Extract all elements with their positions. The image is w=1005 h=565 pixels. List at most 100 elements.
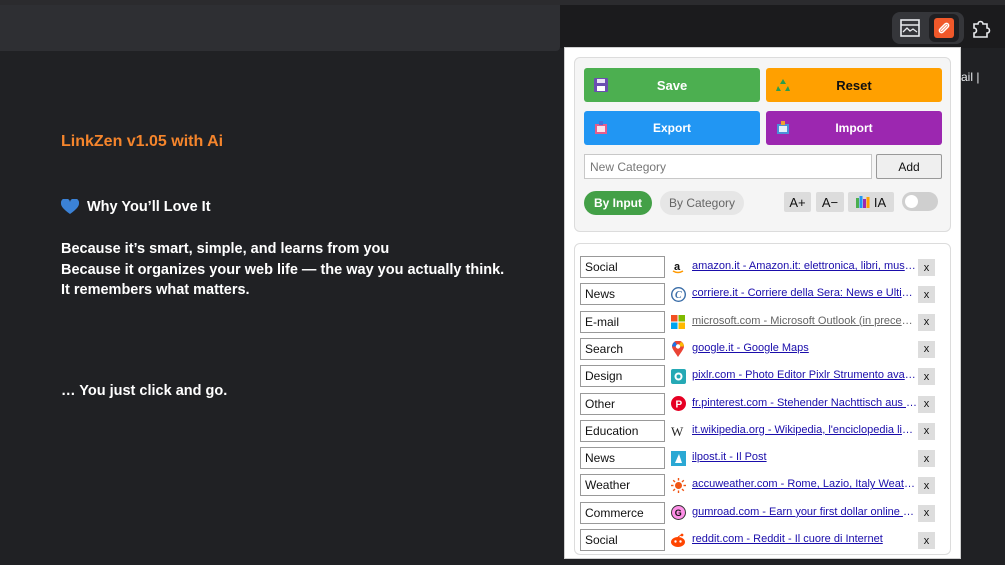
ilpost-icon bbox=[670, 450, 686, 466]
link-row: Social a amazon.it - Amazon.it: elettronic… bbox=[580, 256, 940, 278]
save-button[interactable]: Save bbox=[584, 68, 760, 102]
svg-text:G: G bbox=[674, 508, 681, 518]
font-increase-button[interactable]: A+ bbox=[784, 192, 811, 212]
link-row: Social reddit.com - Reddit - Il cuore di … bbox=[580, 529, 940, 551]
wikipedia-icon: W bbox=[670, 423, 686, 439]
delete-link-button[interactable]: x bbox=[918, 340, 935, 358]
link-category-field[interactable]: Design bbox=[580, 365, 665, 388]
amazon-icon: a bbox=[670, 259, 686, 275]
delete-link-button[interactable]: x bbox=[918, 313, 935, 331]
delete-link-button[interactable]: x bbox=[918, 504, 935, 522]
link-category-field[interactable]: News bbox=[580, 283, 665, 306]
page-nav-fragment: ail | bbox=[961, 70, 980, 84]
svg-text:W: W bbox=[671, 424, 684, 438]
add-category-button[interactable]: Add bbox=[876, 154, 942, 179]
saved-link[interactable]: reddit.com - Reddit - Il cuore di Intern… bbox=[692, 533, 917, 545]
description-line: It remembers what matters. bbox=[61, 282, 250, 298]
description-line: Because it organizes your web life — the… bbox=[61, 261, 505, 278]
delete-link-button[interactable]: x bbox=[918, 422, 935, 440]
delete-link-button[interactable]: x bbox=[918, 532, 935, 549]
import-label: Import bbox=[835, 121, 873, 135]
link-row: News ilpost.it - Il Post x bbox=[580, 447, 940, 470]
page-title: LinkZen v1.05 with Ai bbox=[61, 133, 224, 150]
delete-link-button[interactable]: x bbox=[918, 395, 935, 413]
pinterest-icon: P bbox=[670, 396, 686, 412]
linkzen-popup: Save Reset Export Import New Category Ad… bbox=[564, 47, 961, 559]
accuweather-icon bbox=[670, 477, 686, 493]
pixlr-icon bbox=[670, 368, 686, 384]
links-list: Social a amazon.it - Amazon.it: elettronic… bbox=[574, 243, 951, 555]
link-category-field[interactable]: Search bbox=[580, 337, 665, 360]
controls-panel: Save Reset Export Import New Category Ad… bbox=[574, 57, 951, 232]
delete-link-button[interactable]: x bbox=[918, 477, 935, 495]
reset-label: Reset bbox=[836, 77, 872, 93]
link-category-field[interactable]: E-mail bbox=[580, 310, 665, 333]
link-row: Weather accuweather.com - Rome, Lazio, It… bbox=[580, 474, 940, 497]
saved-link[interactable]: google.it - Google Maps bbox=[692, 342, 917, 354]
gumroad-icon: G bbox=[670, 505, 686, 521]
description-paragraph: Because it’s smart, simple, and learns f… bbox=[61, 239, 504, 301]
toggle-knob bbox=[905, 195, 918, 208]
extensions-puzzle-icon bbox=[973, 20, 991, 38]
import-button[interactable]: Import bbox=[766, 111, 942, 145]
link-category-field[interactable]: Other bbox=[580, 392, 665, 415]
books-icon bbox=[855, 196, 870, 208]
save-label: Save bbox=[656, 77, 688, 93]
linkzen-extension-icon bbox=[934, 18, 954, 38]
address-bar[interactable] bbox=[0, 5, 560, 51]
reddit-icon bbox=[670, 532, 686, 548]
link-category-field[interactable]: Social bbox=[580, 256, 665, 278]
description-line: Because it’s smart, simple, and learns f… bbox=[61, 241, 390, 257]
link-category-field[interactable]: Weather bbox=[580, 474, 665, 497]
saved-link[interactable]: microsoft.com - Microsoft Outlook (in pr… bbox=[692, 315, 917, 327]
link-row: E-mail microsoft.com - Microsoft Outlook … bbox=[580, 310, 940, 333]
sort-by-input-tab[interactable]: By Input bbox=[584, 191, 652, 215]
link-row: News Ccorriere.it - Corriere della Sera: … bbox=[580, 283, 940, 306]
export-button[interactable]: Export bbox=[584, 111, 760, 145]
sort-by-category-tab[interactable]: By Category bbox=[660, 191, 744, 215]
link-category-field[interactable]: Social bbox=[580, 529, 665, 551]
extensions-menu-button[interactable] bbox=[966, 14, 996, 42]
linkzen-extension-button[interactable] bbox=[929, 14, 959, 42]
import-icon bbox=[777, 121, 789, 134]
blue-heart-icon bbox=[61, 199, 79, 214]
ia-button[interactable]: IA bbox=[848, 192, 894, 212]
saved-link[interactable]: ilpost.it - Il Post bbox=[692, 451, 917, 463]
link-row: Other Pfr.pinterest.com - Stehender Nacht… bbox=[580, 392, 940, 415]
section-heading-text: Why You’ll Love It bbox=[87, 199, 211, 215]
saved-link[interactable]: corriere.it - Corriere della Sera: News … bbox=[692, 287, 917, 299]
link-row: Design pixlr.com - Photo Editor Pixlr Str… bbox=[580, 365, 940, 388]
delete-link-button[interactable]: x bbox=[918, 259, 935, 276]
saved-link[interactable]: fr.pinterest.com - Stehender Nachttisch … bbox=[692, 397, 917, 409]
saved-link[interactable]: pixlr.com - Photo Editor Pixlr Strumento… bbox=[692, 369, 917, 381]
side-panel-icon bbox=[900, 19, 920, 37]
new-category-input[interactable] bbox=[584, 154, 872, 179]
delete-link-button[interactable]: x bbox=[918, 368, 935, 386]
saved-link[interactable]: accuweather.com - Rome, Lazio, Italy Wea… bbox=[692, 478, 917, 490]
saved-link[interactable]: it.wikipedia.org - Wikipedia, l'enciclop… bbox=[692, 424, 917, 436]
link-row: Search google.it - Google Maps x bbox=[580, 337, 940, 360]
delete-link-button[interactable]: x bbox=[918, 450, 935, 468]
saved-link[interactable]: amazon.it - Amazon.it: elettronica, libr… bbox=[692, 260, 917, 272]
ai-toggle-switch[interactable] bbox=[902, 192, 938, 211]
tagline: … You just click and go. bbox=[61, 383, 228, 399]
saved-link[interactable]: gumroad.com - Earn your first dollar onl… bbox=[692, 506, 917, 518]
svg-text:P: P bbox=[675, 400, 682, 411]
link-category-field[interactable]: Education bbox=[580, 419, 665, 442]
font-decrease-button[interactable]: A− bbox=[816, 192, 844, 212]
floppy-disk-icon bbox=[594, 78, 608, 92]
delete-link-button[interactable]: x bbox=[918, 286, 935, 304]
export-label: Export bbox=[652, 121, 691, 135]
link-row: Commerce Ggumroad.com - Earn your first d… bbox=[580, 501, 940, 524]
section-heading: Why You’ll Love It bbox=[61, 199, 211, 215]
svg-text:C: C bbox=[675, 290, 682, 301]
reset-button[interactable]: Reset bbox=[766, 68, 942, 102]
corriere-icon: C bbox=[670, 286, 686, 302]
google-maps-icon bbox=[670, 340, 686, 357]
export-icon bbox=[595, 121, 607, 134]
side-panel-button[interactable] bbox=[895, 14, 925, 42]
ia-label: IA bbox=[873, 194, 887, 210]
recycle-icon bbox=[776, 79, 790, 91]
link-category-field[interactable]: Commerce bbox=[580, 501, 665, 524]
link-category-field[interactable]: News bbox=[580, 447, 665, 470]
